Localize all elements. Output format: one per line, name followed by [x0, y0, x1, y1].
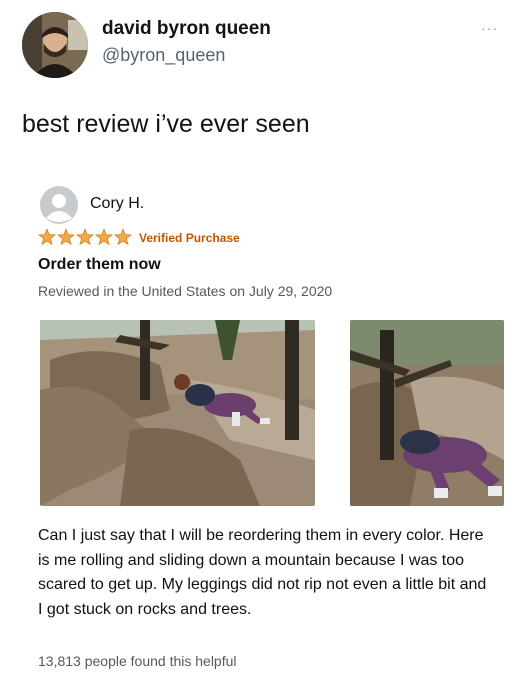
more-options-icon[interactable]: ··· [481, 20, 498, 36]
review-date: Reviewed in the United States on July 29… [38, 283, 333, 299]
helpful-count: 13,813 people found this helpful [38, 653, 237, 669]
display-name[interactable]: david byron queen [102, 18, 271, 40]
review-title[interactable]: Order them now [38, 256, 161, 274]
review-card: Cory H. Verified Purchase Order them now… [0, 166, 526, 678]
reviewer-name[interactable]: Cory H. [90, 195, 144, 213]
star-icon [94, 229, 114, 245]
verified-purchase-badge: Verified Purchase [139, 231, 240, 245]
user-avatar[interactable] [22, 12, 88, 78]
star-icon [56, 229, 76, 245]
reviewer-avatar-icon [40, 186, 78, 224]
tweet-header: david byron queen @byron_queen ··· [0, 0, 526, 90]
review-body: Can I just say that I will be reordering… [38, 527, 487, 618]
tweet-text: best review i’ve ever seen [22, 110, 310, 138]
star-icon [75, 229, 95, 245]
star-rating [38, 229, 133, 245]
user-handle[interactable]: @byron_queen [102, 45, 225, 66]
star-icon [38, 229, 57, 245]
review-photo-2[interactable] [350, 320, 504, 506]
review-photo-1[interactable] [40, 320, 315, 506]
star-icon [113, 229, 133, 245]
